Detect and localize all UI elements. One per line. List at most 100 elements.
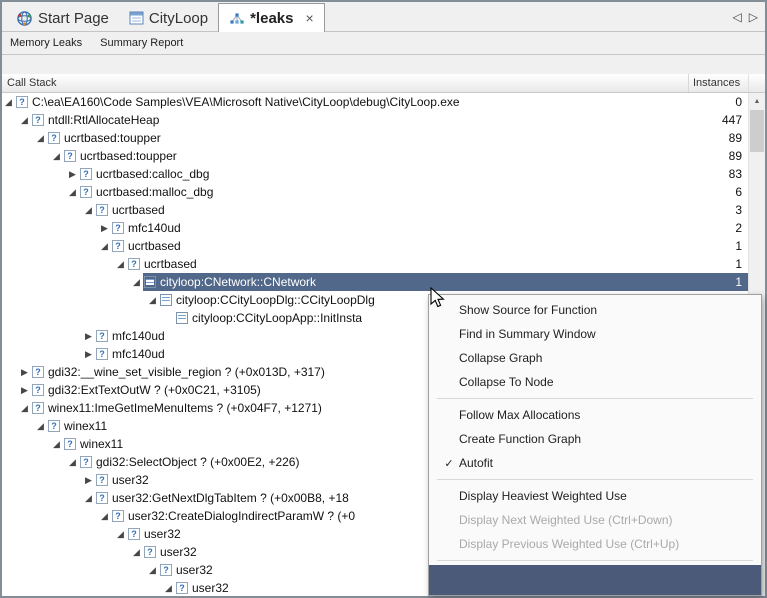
tree-row[interactable]: ◢ ? ucrtbased:toupper 89 — [2, 147, 748, 165]
node-label: ucrtbased — [128, 239, 181, 253]
tree-row[interactable]: ◢ ? ucrtbased 1 — [2, 237, 748, 255]
node-instances: 1 — [735, 275, 742, 289]
unknown-module-icon: ? — [112, 510, 124, 522]
node-label: cityloop:CCityLoopApp::InitInsta — [192, 311, 363, 325]
expander-icon[interactable]: ◢ — [2, 93, 15, 111]
menu-item[interactable]: Show Source for Function — [429, 298, 761, 322]
unknown-module-icon: ? — [128, 528, 140, 540]
tree-row-body: ? ucrtbased 1 — [127, 255, 748, 273]
expander-icon[interactable]: ◢ — [50, 435, 63, 453]
node-label: user32 — [144, 527, 181, 541]
tab-nav: ◁ ▷ — [733, 10, 758, 24]
tree-row[interactable]: ◢ ? ntdll:RtlAllocateHeap 447 — [2, 111, 748, 129]
node-label: ucrtbased — [112, 203, 165, 217]
scroll-up-button[interactable]: ▲ — [749, 93, 765, 110]
expander-icon[interactable]: ◢ — [18, 399, 31, 417]
node-instances: 1 — [735, 257, 742, 271]
expander-icon[interactable]: ◢ — [66, 183, 79, 201]
menu-separator — [437, 560, 753, 561]
node-label: ucrtbased:calloc_dbg — [96, 167, 210, 181]
column-header-call-stack[interactable]: Call Stack — [2, 77, 688, 89]
tab-start-page[interactable]: Start Page — [6, 5, 119, 31]
expander-icon[interactable]: ◢ — [130, 543, 143, 561]
expander-icon[interactable]: ◢ — [146, 291, 159, 309]
menu-item[interactable]: Follow Max Allocations — [429, 403, 761, 427]
expander-icon[interactable]: ◢ — [146, 561, 159, 579]
menu-item[interactable]: Create Function Graph — [429, 427, 761, 451]
menu-item[interactable]: Collapse Graph — [429, 346, 761, 370]
node-instances: 2 — [735, 221, 742, 235]
expander-icon[interactable]: ◢ — [34, 417, 47, 435]
node-instances: 83 — [728, 167, 742, 181]
subtab-summary-report[interactable]: Summary Report — [100, 37, 183, 49]
tab-leaks[interactable]: *leaks × — [218, 3, 325, 32]
expander-icon[interactable]: ◢ — [98, 507, 111, 525]
unknown-module-icon: ? — [128, 258, 140, 270]
tree-row[interactable]: ▶ ? ucrtbased:calloc_dbg 83 — [2, 165, 748, 183]
mouse-cursor — [430, 287, 445, 308]
expander-icon[interactable]: ◢ — [34, 129, 47, 147]
unknown-module-icon: ? — [80, 456, 92, 468]
expander-icon[interactable]: ▶ — [66, 165, 79, 183]
tree-row-body: ? ucrtbased:calloc_dbg 83 — [79, 165, 748, 183]
menu-item-label: Collapse Graph — [459, 351, 543, 365]
menu-item[interactable]: Collapse To Node — [429, 370, 761, 394]
expander-icon[interactable]: ▶ — [82, 471, 95, 489]
menu-item[interactable]: Display Heaviest Weighted Use — [429, 484, 761, 508]
expander-icon[interactable]: ◢ — [82, 201, 95, 219]
expander-icon[interactable]: ▶ — [98, 219, 111, 237]
column-header-instances[interactable]: Instances — [688, 74, 748, 92]
expander-icon[interactable]: ◢ — [98, 237, 111, 255]
menu-item[interactable]: Find in Summary Window — [429, 322, 761, 346]
expander-icon[interactable]: ◢ — [18, 111, 31, 129]
tree-row[interactable]: ◢ ? ucrtbased:toupper 89 — [2, 129, 748, 147]
tree-row[interactable]: ◢ ? ucrtbased 3 — [2, 201, 748, 219]
expander-icon[interactable]: ◢ — [114, 525, 127, 543]
scrollbar-thumb[interactable] — [750, 110, 764, 152]
node-label: cityloop:CNetwork::CNetwork — [160, 275, 317, 289]
tab-bar: Start Page CityLoop *leaks × ◁ ▷ — [2, 2, 765, 32]
node-label: user32 — [192, 581, 229, 595]
tree-row[interactable]: ▶ ? mfc140ud 2 — [2, 219, 748, 237]
unknown-module-icon: ? — [32, 402, 44, 414]
unknown-module-icon: ? — [96, 330, 108, 342]
tree-row-body: ? ucrtbased:malloc_dbg 6 — [79, 183, 748, 201]
expander-icon[interactable]: ◢ — [50, 147, 63, 165]
expander-icon[interactable]: ▶ — [82, 327, 95, 345]
context-menu: Show Source for Function Find in Summary… — [428, 294, 762, 596]
expander-icon[interactable]: ▶ — [18, 363, 31, 381]
expander-icon[interactable]: ◢ — [66, 453, 79, 471]
close-icon[interactable]: × — [305, 11, 313, 25]
node-label: winex11 — [80, 437, 124, 451]
tree-row[interactable]: ◢ ? C:\ea\EA160\Code Samples\VEA\Microso… — [2, 93, 748, 111]
menu-item[interactable]: ✓ Autofit — [429, 451, 761, 475]
source-document-icon — [160, 294, 172, 306]
tab-cityloop[interactable]: CityLoop — [119, 5, 218, 31]
tab-label: CityLoop — [148, 9, 209, 27]
menu-item[interactable] — [429, 565, 761, 595]
expander-icon[interactable]: ◢ — [82, 489, 95, 507]
expander-icon[interactable]: ▶ — [82, 345, 95, 363]
expander-icon[interactable]: ▶ — [18, 381, 31, 399]
unknown-module-icon: ? — [80, 186, 92, 198]
tree-row-body: ? ucrtbased 3 — [95, 201, 748, 219]
tree-row[interactable]: ◢ ? ucrtbased:malloc_dbg 6 — [2, 183, 748, 201]
nav-forward-icon[interactable]: ▷ — [749, 10, 758, 24]
tree-row-body: ? ucrtbased:toupper 89 — [47, 129, 748, 147]
subtab-memory-leaks[interactable]: Memory Leaks — [10, 37, 82, 49]
expander-icon[interactable]: ◢ — [114, 255, 127, 273]
tree-row[interactable]: ◢ cityloop:CNetwork::CNetwork 1 — [2, 273, 748, 291]
expander-icon[interactable]: ◢ — [130, 273, 143, 291]
expander-icon[interactable]: ◢ — [162, 579, 175, 596]
leak-graph-icon — [229, 11, 245, 26]
nav-back-icon[interactable]: ◁ — [733, 10, 742, 24]
tree-row-body: ? ucrtbased:toupper 89 — [63, 147, 748, 165]
tree-row[interactable]: ◢ ? ucrtbased 1 — [2, 255, 748, 273]
